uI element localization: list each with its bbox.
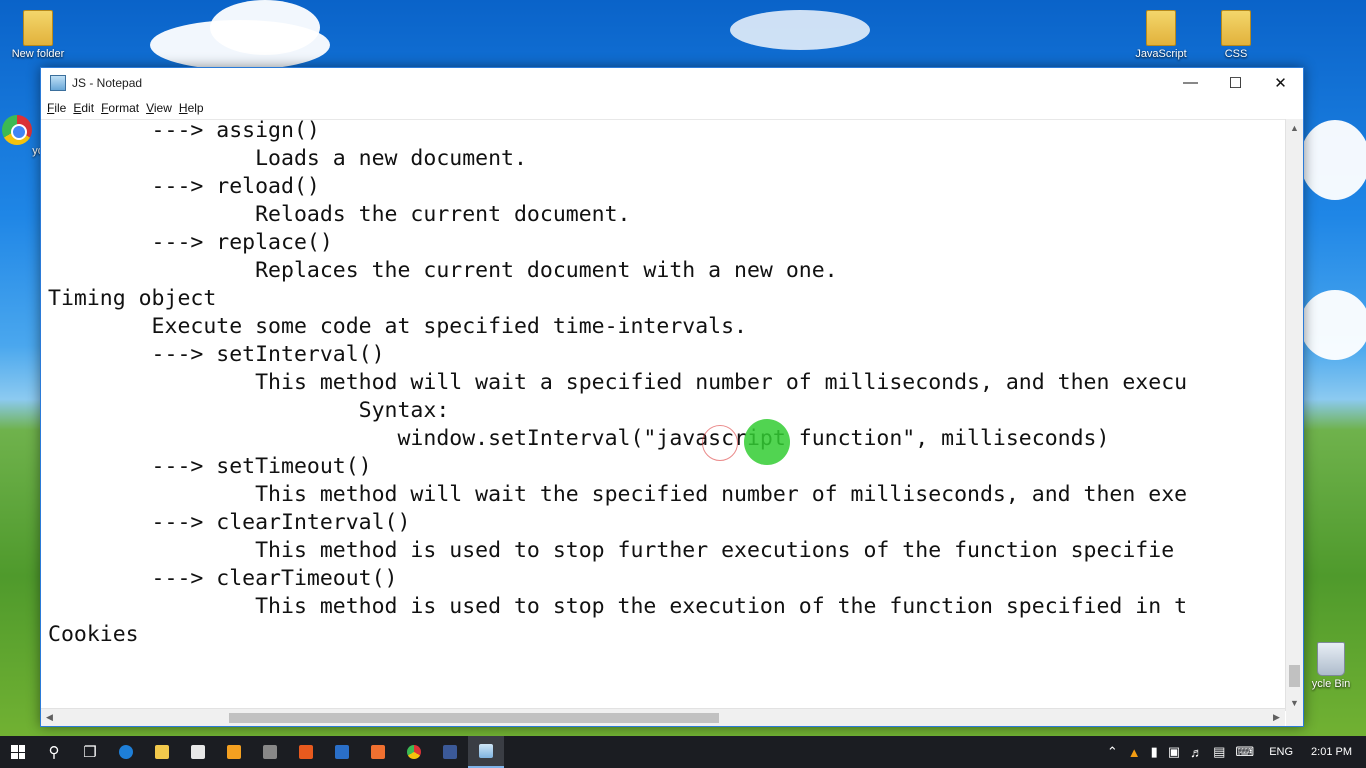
cloud bbox=[210, 0, 320, 55]
fox-app-icon[interactable] bbox=[288, 736, 324, 768]
store-icon[interactable] bbox=[180, 736, 216, 768]
windows-logo-icon bbox=[11, 745, 25, 759]
start-button[interactable] bbox=[0, 736, 36, 768]
scrollbar-corner bbox=[1286, 709, 1303, 726]
desktop-icon-label: ycle Bin bbox=[1311, 678, 1351, 690]
vlc-icon[interactable]: ▲ bbox=[1123, 745, 1146, 760]
notepad-taskbar-icon[interactable] bbox=[468, 736, 504, 768]
vertical-scrollbar[interactable]: ▲ ▼ bbox=[1285, 119, 1303, 711]
desktop-icon-label: JavaScript bbox=[1135, 48, 1187, 60]
taskbar: ⚲ ❐ ⌃ ▲ ▮ ▣ ♬ ▤ ⌨ ENG 2:01 PM bbox=[0, 736, 1366, 768]
battery-icon[interactable]: ▮ bbox=[1146, 744, 1163, 760]
folder-icon bbox=[1146, 10, 1176, 46]
edge-browser-icon[interactable] bbox=[108, 736, 144, 768]
cloud bbox=[1300, 120, 1366, 200]
task-view-icon[interactable]: ❐ bbox=[72, 736, 108, 768]
desktop-icon-label: New folder bbox=[11, 48, 65, 60]
notepad-icon bbox=[50, 74, 66, 91]
cloud bbox=[1300, 290, 1366, 360]
horizontal-scrollbar[interactable]: ◀ ▶ bbox=[41, 708, 1285, 726]
outlook-icon[interactable] bbox=[324, 736, 360, 768]
editor-text[interactable]: ---> assign() Loads a new document. --->… bbox=[41, 120, 1187, 649]
network-icon[interactable]: ▣ bbox=[1163, 744, 1185, 760]
menu-format[interactable]: Format bbox=[101, 101, 145, 115]
desktop-icon-label: CSS bbox=[1224, 48, 1248, 60]
folder-icon bbox=[1221, 10, 1251, 46]
menu-help[interactable]: Help bbox=[179, 101, 210, 115]
text-editor-area[interactable]: ---> assign() Loads a new document. --->… bbox=[41, 119, 1285, 712]
menu-view-mnemonic: V bbox=[146, 101, 154, 115]
menu-file-label: ile bbox=[54, 101, 67, 115]
chrome-taskbar-icon[interactable] bbox=[396, 736, 432, 768]
cloud bbox=[730, 10, 870, 50]
notepad-window[interactable]: JS - Notepad — ☐ ✕ File Edit Format View… bbox=[40, 67, 1304, 727]
chrome-icon bbox=[2, 115, 32, 145]
maximize-button[interactable]: ☐ bbox=[1213, 68, 1258, 97]
media-player-icon[interactable] bbox=[216, 736, 252, 768]
scroll-left-arrow[interactable]: ◀ bbox=[41, 709, 58, 726]
facebook-icon[interactable] bbox=[432, 736, 468, 768]
title-bar[interactable]: JS - Notepad — ☐ ✕ bbox=[41, 68, 1303, 97]
desktop-icon-javascript[interactable]: JavaScript bbox=[1126, 10, 1196, 60]
menu-format-label: ormat bbox=[108, 101, 140, 115]
keyboard-icon[interactable]: ⌨ bbox=[1230, 744, 1259, 760]
volume-icon[interactable]: ♬ bbox=[1185, 745, 1208, 760]
vertical-scroll-thumb[interactable] bbox=[1289, 665, 1300, 687]
scroll-right-arrow[interactable]: ▶ bbox=[1268, 709, 1285, 726]
chevron-up-icon[interactable]: ⌃ bbox=[1102, 744, 1123, 760]
close-button[interactable]: ✕ bbox=[1258, 68, 1303, 97]
action-center-icon[interactable]: ▤ bbox=[1208, 744, 1230, 760]
paint-icon[interactable] bbox=[360, 736, 396, 768]
folder-icon bbox=[23, 10, 53, 46]
desktop-icon-label: yo bbox=[32, 145, 44, 157]
menu-bar: File Edit Format View Help bbox=[41, 97, 1303, 119]
menu-edit[interactable]: Edit bbox=[73, 101, 100, 115]
menu-help-mnemonic: H bbox=[178, 101, 188, 115]
scroll-up-arrow[interactable]: ▲ bbox=[1286, 119, 1303, 136]
desktop-icon-recycle-bin[interactable]: ycle Bin bbox=[1296, 642, 1366, 690]
system-tray: ⌃ ▲ ▮ ▣ ♬ ▤ ⌨ ENG 2:01 PM bbox=[1102, 744, 1366, 760]
window-title: JS - Notepad bbox=[72, 75, 143, 90]
clock[interactable]: 2:01 PM bbox=[1303, 746, 1366, 758]
menu-edit-label: dit bbox=[81, 101, 95, 115]
menu-help-label: elp bbox=[187, 101, 204, 115]
click-indicator bbox=[702, 425, 738, 461]
mouse-highlight bbox=[744, 419, 790, 465]
desktop-icon-new-folder[interactable]: New folder bbox=[3, 10, 73, 60]
desktop-icon-css[interactable]: CSS bbox=[1201, 10, 1271, 60]
film-icon[interactable] bbox=[252, 736, 288, 768]
language-indicator[interactable]: ENG bbox=[1259, 746, 1303, 758]
menu-view[interactable]: View bbox=[146, 101, 178, 115]
horizontal-scroll-thumb[interactable] bbox=[229, 713, 719, 723]
minimize-button[interactable]: — bbox=[1168, 68, 1213, 97]
menu-file[interactable]: File bbox=[47, 101, 72, 115]
menu-view-label: iew bbox=[153, 101, 172, 115]
recycle-bin-icon bbox=[1317, 642, 1345, 676]
file-explorer-icon[interactable] bbox=[144, 736, 180, 768]
search-icon[interactable]: ⚲ bbox=[36, 736, 72, 768]
